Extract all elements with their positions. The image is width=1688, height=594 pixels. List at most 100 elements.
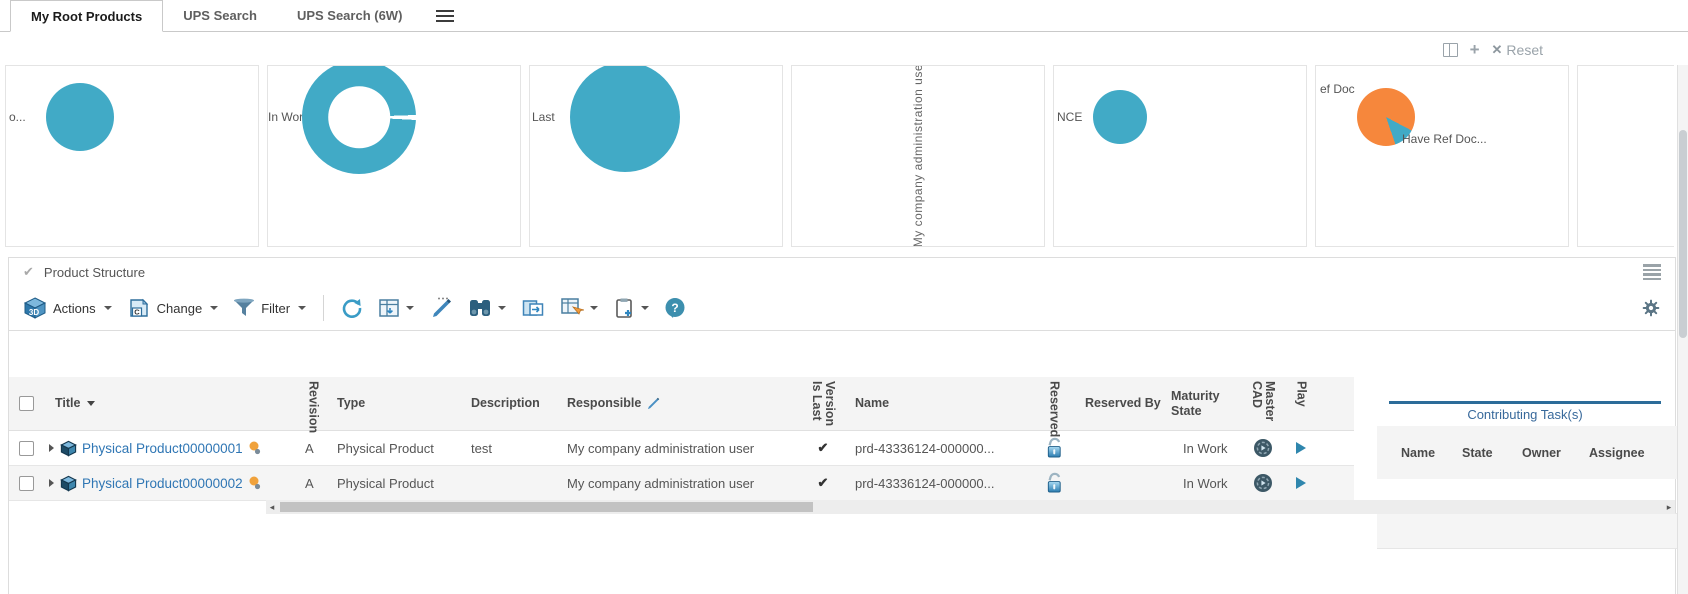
pie-chart[interactable] xyxy=(46,83,114,151)
cad-master-icon[interactable] xyxy=(1253,438,1273,458)
row-title-link[interactable]: Physical Product00000002 xyxy=(82,476,243,491)
cell-responsible: My company administration user xyxy=(559,431,799,465)
refresh-icon xyxy=(341,297,363,319)
chart-card-7 xyxy=(1577,65,1674,247)
col-maturity-state[interactable]: Maturity State xyxy=(1163,377,1245,430)
columns-layout-icon[interactable] xyxy=(1443,43,1458,57)
close-icon: ✕ xyxy=(1492,42,1503,58)
col-responsible[interactable]: Responsible xyxy=(559,377,799,430)
pie-chart[interactable] xyxy=(570,65,680,172)
swap-panels-icon xyxy=(521,297,545,319)
tab-ups-search-6w[interactable]: UPS Search (6W) xyxy=(277,0,422,31)
physical-product-icon xyxy=(60,440,77,457)
scroll-left-icon[interactable]: ◂ xyxy=(266,502,278,513)
scroll-right-icon[interactable]: ▸ xyxy=(1663,502,1675,513)
toolbar-divider xyxy=(323,295,324,321)
settings-button[interactable] xyxy=(1641,298,1661,318)
pie-slice-label: ef Doc xyxy=(1320,82,1355,96)
reset-button[interactable]: ✕ Reset xyxy=(1492,42,1543,58)
toolbar: 3D Actions C Change xyxy=(9,286,1675,331)
col-name[interactable]: Name xyxy=(847,377,1031,430)
row-checkbox[interactable] xyxy=(19,441,34,456)
col-play[interactable]: Play xyxy=(1281,377,1321,429)
edit-column-icon[interactable] xyxy=(647,397,660,410)
row-checkbox[interactable] xyxy=(19,476,34,491)
is-last-version-check-icon: ✔ xyxy=(818,475,829,491)
filter-funnel-icon xyxy=(233,298,255,318)
svg-text:3D: 3D xyxy=(29,308,39,317)
col-reserved-by[interactable]: Reserved By xyxy=(1077,377,1163,430)
expand-panel-button[interactable] xyxy=(521,297,545,319)
cell-name: prd-43336124-000000... xyxy=(847,466,1031,500)
cube-3d-icon: 3D xyxy=(23,296,47,320)
unlocked-icon[interactable] xyxy=(1045,471,1064,495)
horizontal-scrollbar-thumb[interactable] xyxy=(280,502,813,512)
expand-row-icon[interactable] xyxy=(49,444,54,452)
help-button[interactable]: ? xyxy=(664,297,686,319)
cell-reserved-by xyxy=(1077,466,1163,500)
col-cad-master[interactable]: CAD Master xyxy=(1245,377,1281,429)
tasks-col-owner[interactable]: Owner xyxy=(1522,446,1589,460)
chart-label: Last xyxy=(532,110,555,124)
sort-desc-icon xyxy=(87,401,95,406)
contributing-tasks-panel: Contributing Task(s) Name State Owner As… xyxy=(1377,401,1677,549)
help-icon: ? xyxy=(664,297,686,319)
col-is-last-version[interactable]: Is Last Version xyxy=(799,377,847,429)
row-title-link[interactable]: Physical Product00000001 xyxy=(82,441,243,456)
section-menu-icon[interactable] xyxy=(1643,264,1661,280)
new-content-button[interactable] xyxy=(613,297,649,319)
table-row[interactable]: Physical Product00000002 A Physical Prod… xyxy=(9,466,1354,501)
col-reserved[interactable]: Reserved xyxy=(1031,377,1077,429)
expand-row-icon[interactable] xyxy=(49,479,54,487)
pie-chart[interactable] xyxy=(1093,90,1147,144)
play-button[interactable] xyxy=(1296,442,1306,454)
table-area: Contributing Task(s) Name State Owner As… xyxy=(9,377,1675,501)
tab-my-root-products[interactable]: My Root Products xyxy=(10,0,163,32)
chevron-down-icon xyxy=(590,306,598,310)
tasks-col-name[interactable]: Name xyxy=(1401,446,1462,460)
chart-label: o... xyxy=(9,110,26,124)
select-all-checkbox[interactable] xyxy=(19,396,34,411)
cell-description xyxy=(463,466,559,500)
dashboard-controls: + ✕ Reset xyxy=(1443,42,1543,58)
chart-label: NCE xyxy=(1057,110,1082,124)
chart-card-6: ef Doc Have Ref Doc... xyxy=(1315,65,1569,247)
chevron-down-icon xyxy=(641,306,649,310)
tasks-panel-title: Contributing Task(s) xyxy=(1377,404,1673,426)
cad-master-icon[interactable] xyxy=(1253,473,1273,493)
donut-chart[interactable] xyxy=(302,65,416,174)
change-menu-button[interactable]: C Change xyxy=(127,296,219,320)
cell-cad-master xyxy=(1245,466,1281,500)
column-settings-button[interactable] xyxy=(378,298,414,318)
select-columns-button[interactable] xyxy=(560,297,598,319)
search-structure-button[interactable] xyxy=(468,297,506,319)
vertical-scrollbar-thumb[interactable] xyxy=(1679,130,1687,338)
tasks-col-assignee[interactable]: Assignee xyxy=(1589,446,1675,460)
col-type[interactable]: Type xyxy=(329,377,463,430)
tab-overflow-menu-icon[interactable] xyxy=(436,0,454,31)
table-row[interactable]: Physical Product00000001 A Physical Prod… xyxy=(9,431,1354,466)
refresh-button[interactable] xyxy=(341,297,363,319)
col-description[interactable]: Description xyxy=(463,377,559,430)
col-title[interactable]: Title xyxy=(47,377,297,430)
cell-reserved-by xyxy=(1077,431,1163,465)
relations-icon[interactable] xyxy=(249,476,261,490)
col-revision[interactable]: Revision xyxy=(297,377,329,429)
tab-ups-search[interactable]: UPS Search xyxy=(163,0,277,31)
horizontal-scrollbar[interactable]: ◂ ▸ xyxy=(266,500,1675,514)
edit-button[interactable] xyxy=(429,297,453,319)
tasks-col-state[interactable]: State xyxy=(1462,446,1522,460)
relations-icon[interactable] xyxy=(249,441,261,455)
unlocked-icon[interactable] xyxy=(1045,436,1064,460)
chart-label: In Work xyxy=(268,110,300,124)
add-chart-icon[interactable]: + xyxy=(1470,44,1480,56)
gear-icon xyxy=(1641,298,1661,318)
table-columns-icon xyxy=(378,298,400,318)
collapse-section-icon[interactable]: ✔ xyxy=(23,264,34,280)
cell-cad-master xyxy=(1245,431,1281,465)
actions-menu-button[interactable]: 3D Actions xyxy=(23,296,112,320)
cell-maturity: In Work xyxy=(1163,431,1245,465)
filter-menu-button[interactable]: Filter xyxy=(233,298,306,318)
play-button[interactable] xyxy=(1296,477,1306,489)
vertical-scrollbar[interactable] xyxy=(1677,65,1688,594)
